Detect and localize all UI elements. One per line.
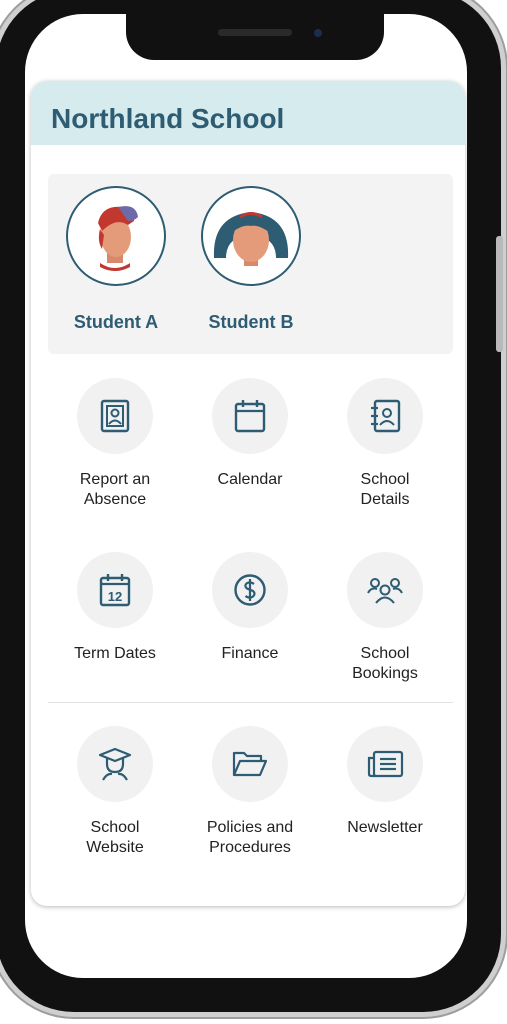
students-panel: Student A Student B — [48, 174, 453, 354]
calendar-date-icon: 12 — [99, 574, 131, 607]
tile-term-dates[interactable]: 12 Term Dates — [50, 552, 180, 664]
tile-label: Calendar — [217, 471, 283, 488]
school-card: Northland School Student A Student B Rep… — [31, 81, 465, 906]
boy-with-cap-avatar — [98, 206, 138, 271]
tile-school-bookings[interactable]: School Bookings — [320, 552, 450, 684]
student-b-avatar[interactable] — [201, 186, 301, 286]
group-icon — [367, 578, 403, 604]
dollar-coin-icon — [234, 574, 266, 606]
id-badge-icon — [100, 399, 130, 433]
tile-calendar-circle[interactable] — [212, 378, 288, 454]
section-divider — [48, 702, 453, 703]
student-a-name[interactable]: Student A — [61, 312, 171, 333]
tile-finance[interactable]: Finance — [185, 552, 315, 664]
tile-school-website[interactable]: School Website — [50, 726, 180, 858]
tile-label: Report an Absence — [79, 471, 151, 508]
app-screen: Northland School Student A Student B Rep… — [25, 14, 467, 978]
girl-with-headband-avatar — [213, 212, 289, 266]
phone-side-button — [496, 236, 503, 352]
tile-policies-procedures-circle[interactable] — [212, 726, 288, 802]
front-camera — [314, 29, 322, 37]
tile-label: Term Dates — [74, 645, 156, 662]
tile-term-dates-circle[interactable]: 12 — [77, 552, 153, 628]
student-card-b[interactable]: Student B — [196, 186, 306, 333]
calendar-icon — [234, 400, 266, 433]
tile-label: Policies and Procedures — [206, 819, 294, 856]
speaker-grille — [218, 29, 292, 36]
tile-label: School Bookings — [352, 645, 418, 682]
tile-policies-procedures[interactable]: Policies and Procedures — [185, 726, 315, 858]
graduate-icon — [98, 747, 132, 781]
contact-book-icon — [371, 399, 401, 433]
tile-label: School Website — [86, 819, 144, 856]
calendar-date-number: 12 — [108, 589, 122, 604]
tile-school-details-circle[interactable] — [347, 378, 423, 454]
student-a-avatar[interactable] — [66, 186, 166, 286]
tile-school-details[interactable]: School Details — [320, 378, 450, 510]
folder-open-icon — [232, 751, 268, 777]
tile-report-absence-circle[interactable] — [77, 378, 153, 454]
phone-notch — [126, 14, 384, 60]
tile-newsletter-circle[interactable] — [347, 726, 423, 802]
tile-school-bookings-circle[interactable] — [347, 552, 423, 628]
tile-label: School Details — [360, 471, 410, 508]
newspaper-icon — [367, 750, 404, 778]
tile-label: Newsletter — [347, 819, 423, 836]
tile-calendar[interactable]: Calendar — [185, 378, 315, 490]
student-b-name[interactable]: Student B — [196, 312, 306, 333]
tile-finance-circle[interactable] — [212, 552, 288, 628]
tile-label: Finance — [221, 645, 279, 662]
school-header: Northland School — [31, 81, 465, 145]
tile-report-absence[interactable]: Report an Absence — [50, 378, 180, 510]
tile-school-website-circle[interactable] — [77, 726, 153, 802]
tile-newsletter[interactable]: Newsletter — [320, 726, 450, 838]
school-name: Northland School — [51, 103, 285, 134]
student-card-a[interactable]: Student A — [61, 186, 171, 333]
